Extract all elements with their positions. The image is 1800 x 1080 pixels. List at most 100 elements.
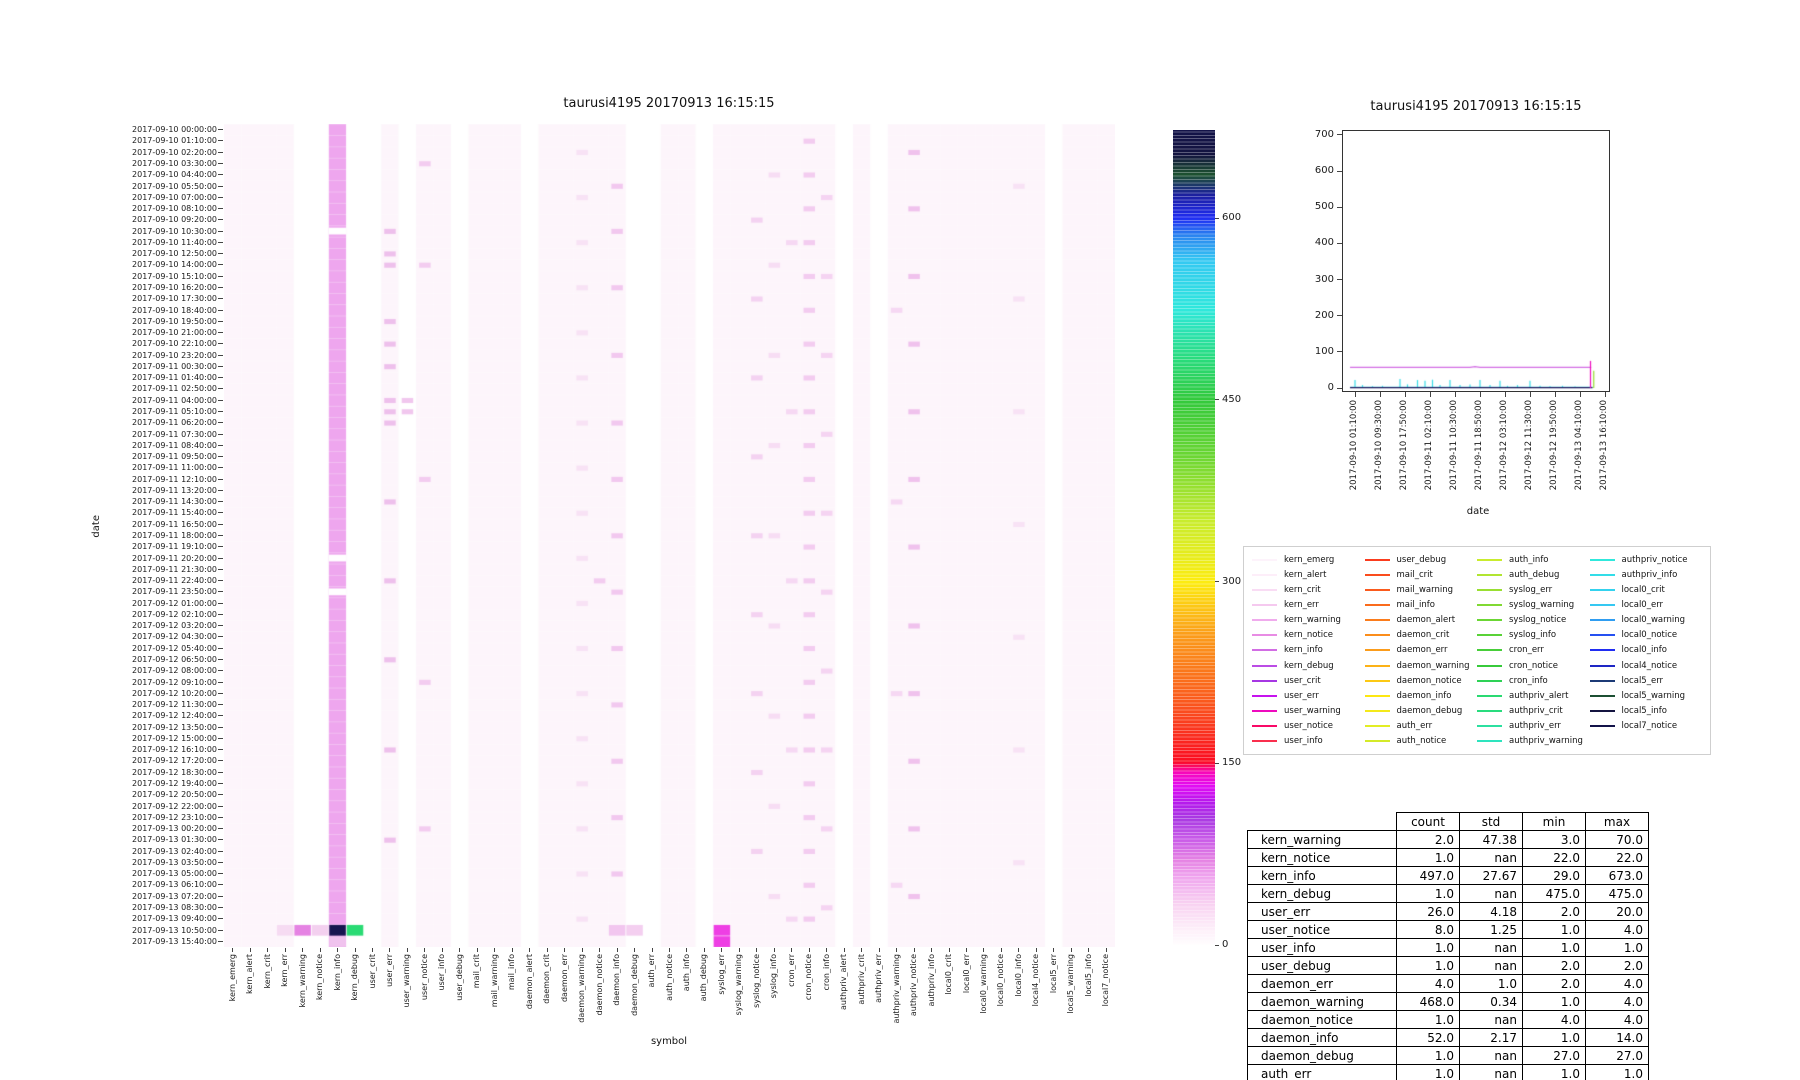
table-value-cell: nan	[1459, 848, 1523, 867]
table-value-cell: 8.0	[1396, 920, 1460, 939]
table-value-cell: 27.0	[1585, 1046, 1649, 1065]
x-tick-mark	[284, 948, 286, 952]
legend-label: local0_info	[1621, 645, 1667, 656]
table-symbol-cell: daemon_notice	[1247, 1010, 1397, 1029]
table-header-cell: std	[1459, 812, 1523, 831]
legend-swatch	[1364, 619, 1390, 622]
x-tick-label: kern_err	[280, 954, 290, 987]
legend-label: syslog_notice	[1509, 615, 1567, 626]
y-tick-label: 2017-09-11 15:40:00	[132, 508, 217, 518]
heatmap-y-axis-label: date	[91, 515, 102, 538]
legend-entry: kern_debug	[1252, 658, 1365, 673]
y-tick-mark	[218, 861, 223, 863]
legend-swatch	[1477, 619, 1502, 622]
table-row: daemon_debug 1.0 nan 27.0 27.0	[1247, 1046, 1649, 1065]
legend-swatch	[1477, 710, 1502, 713]
legend-entry: daemon_warning	[1364, 658, 1478, 673]
legend-label: kern_crit	[1284, 584, 1321, 595]
y-tick-label: 2017-09-10 15:10:00	[132, 271, 217, 281]
y-tick-label: 2017-09-11 20:20:00	[132, 553, 217, 563]
y-tick-label: 2017-09-12 19:40:00	[132, 779, 217, 789]
table-value-cell: 1.0	[1396, 1064, 1460, 1080]
y-tick-mark	[218, 275, 223, 277]
table-value-cell: 0.34	[1459, 992, 1523, 1011]
y-tick-mark	[218, 557, 223, 559]
y-tick-label: 2017-09-13 00:20:00	[132, 824, 217, 834]
y-tick-mark	[218, 659, 223, 660]
legend-swatch	[1589, 588, 1615, 591]
timeseries-y-tick-label: 200	[1314, 309, 1334, 321]
legend-swatch	[1252, 664, 1277, 667]
x-tick-mark	[634, 948, 636, 952]
x-tick-mark	[546, 948, 548, 952]
legend-swatch	[1589, 649, 1615, 652]
y-tick-mark	[218, 410, 223, 412]
x-tick-label: local0_notice	[996, 954, 1006, 1007]
timeseries-x-tick-mark	[1454, 392, 1456, 397]
x-tick-label: daemon_info	[612, 954, 622, 1006]
x-tick-label: local0_err	[961, 954, 971, 994]
legend-swatch	[1364, 710, 1390, 713]
table-value-cell: 1.0	[1522, 920, 1586, 939]
x-tick-label: daemon_debug	[629, 954, 639, 1016]
y-tick-mark	[218, 320, 223, 322]
y-tick-label: 2017-09-13 02:40:00	[132, 846, 217, 856]
x-tick-mark	[249, 948, 251, 952]
legend-label: user_debug	[1396, 554, 1447, 565]
y-tick-label: 2017-09-12 17:20:00	[132, 756, 217, 766]
y-tick-mark	[218, 354, 223, 356]
y-tick-mark	[218, 749, 223, 751]
y-tick-label: 2017-09-10 05:50:00	[132, 181, 217, 191]
y-tick-label: 2017-09-10 12:50:00	[132, 249, 217, 259]
legend-entry: user_notice	[1252, 719, 1365, 734]
timeseries-x-tick-mark	[1579, 392, 1581, 397]
y-tick-mark	[218, 140, 223, 142]
y-tick-label: 2017-09-11 18:00:00	[132, 531, 217, 540]
y-tick-label: 2017-09-12 18:30:00	[132, 767, 217, 777]
table-value-cell: 468.0	[1396, 992, 1460, 1011]
x-tick-mark	[773, 948, 775, 952]
y-tick-mark	[218, 568, 223, 570]
x-tick-mark	[756, 948, 758, 952]
y-tick-label: 2017-09-11 11:00:00	[132, 463, 217, 473]
y-tick-mark	[218, 422, 223, 424]
y-tick-mark	[218, 816, 223, 818]
x-tick-mark	[232, 948, 234, 952]
table-symbol-cell: kern_notice	[1247, 848, 1397, 867]
timeseries-x-tick-mark	[1404, 392, 1406, 397]
table-value-cell: 673.0	[1585, 866, 1649, 885]
x-tick-mark	[494, 948, 496, 952]
y-tick-label: 2017-09-11 13:20:00	[132, 485, 217, 495]
table-header-cell: min	[1522, 812, 1586, 831]
table-symbol-cell: kern_info	[1247, 866, 1397, 885]
x-tick-mark	[319, 948, 321, 952]
x-tick-mark	[511, 948, 513, 952]
x-tick-label: auth_info	[681, 954, 691, 992]
x-tick-label: authpriv_info	[926, 954, 936, 1007]
timeseries-x-tick-label: 2017-09-12 11:30:00	[1524, 400, 1534, 491]
table-value-cell: 1.0	[1396, 1010, 1460, 1029]
legend-swatch	[1364, 740, 1390, 743]
table-value-cell: 2.0	[1522, 902, 1586, 921]
table-value-cell: 29.0	[1522, 866, 1586, 885]
y-tick-label: 2017-09-10 19:50:00	[132, 316, 217, 326]
timeseries-y-tick-label: 100	[1314, 345, 1334, 357]
legend-swatch	[1477, 573, 1502, 576]
legend-swatch	[1252, 558, 1277, 561]
x-tick-label: mail_crit	[472, 954, 482, 989]
table-value-cell: nan	[1459, 884, 1523, 903]
y-tick-label: 2017-09-11 08:40:00	[132, 440, 217, 450]
heatmap-title: taurusi4195 20170913 16:15:15	[563, 96, 775, 111]
heatmap-plot	[224, 124, 1115, 947]
y-tick-label: 2017-09-12 01:00:00	[132, 598, 217, 608]
legend-label: syslog_info	[1509, 630, 1557, 641]
y-tick-label: 2017-09-12 06:50:00	[132, 655, 217, 664]
y-tick-label: 2017-09-11 22:40:00	[132, 576, 217, 586]
table-value-cell: 4.0	[1585, 992, 1649, 1011]
y-tick-label: 2017-09-10 09:20:00	[132, 215, 217, 225]
x-tick-label: authpriv_err	[874, 954, 884, 1003]
table-value-cell: 4.0	[1522, 1010, 1586, 1029]
table-symbol-cell: daemon_err	[1247, 974, 1397, 993]
legend-entry: cron_notice	[1477, 658, 1590, 673]
legend-swatch	[1477, 740, 1502, 743]
